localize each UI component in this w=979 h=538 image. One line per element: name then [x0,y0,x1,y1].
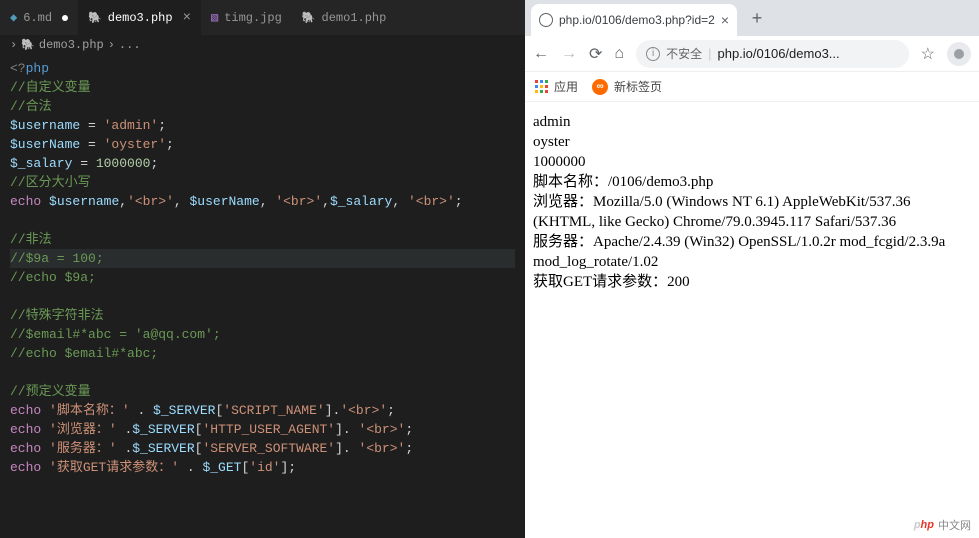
modified-dot-icon [62,15,68,21]
url-text: php.io/0106/demo3... [717,46,839,61]
breadcrumb-file: demo3.php [39,38,104,52]
close-icon[interactable]: × [721,12,729,28]
php-file-icon: 🐘 [88,11,102,25]
bookmark-label: 新标签页 [614,78,662,95]
apps-icon [535,80,548,93]
file-icon: ◆ [10,10,17,25]
tab-label: 6.md [23,11,52,25]
code-line: //合法 [10,97,515,116]
code-line [10,287,515,306]
tab-label: timg.jpg [224,11,282,25]
code-line: //$9a = 100; [10,249,515,268]
code-editor-pane: ◆ 6.md 🐘 demo3.php × ▧ timg.jpg 🐘 demo1.php › 🐘 … [0,0,525,538]
browser-pane: php.io/0106/demo3.php?id=2 × ← → ⟳ ⌂ i 不… [525,0,979,538]
browser-tab-title: php.io/0106/demo3.php?id=2 [559,13,715,27]
editor-tab-bar: ◆ 6.md 🐘 demo3.php × ▧ timg.jpg 🐘 demo1.php [0,0,525,35]
code-line: $username = 'admin'; [10,116,515,135]
output-line: 脚本名称：/0106/demo3.php [533,172,971,192]
output-line: admin [533,112,971,132]
apps-shortcut[interactable]: 应用 [535,78,578,95]
code-line: <?php [10,59,515,78]
tab-label: demo3.php [108,11,173,25]
watermark-text: 中文网 [938,517,971,533]
back-button[interactable]: ← [533,45,549,63]
php-file-icon: 🐘 [302,11,316,25]
code-line: $_salary = 1000000; [10,154,515,173]
breadcrumb-section: ... [119,38,141,52]
code-line: //自定义变量 [10,78,515,97]
chevron-right-icon: › [10,38,17,52]
code-line: //echo $email#*abc; [10,344,515,363]
output-line: 获取GET请求参数：200 [533,272,971,292]
home-button[interactable]: ⌂ [614,45,624,63]
tab-label: demo1.php [322,11,387,25]
code-line: //区分大小写 [10,173,515,192]
code-line: echo '脚本名称：' . $_SERVER['SCRIPT_NAME'].'… [10,401,515,420]
info-icon: i [646,47,660,61]
profile-avatar[interactable] [947,42,971,66]
browser-tab[interactable]: php.io/0106/demo3.php?id=2 × [531,4,737,36]
forward-button[interactable]: → [561,45,577,63]
editor-tab[interactable]: 🐘 demo1.php [292,0,397,35]
new-tab-button[interactable] [743,4,771,32]
globe-icon [539,13,553,27]
editor-tab[interactable]: 🐘 demo3.php × [78,0,201,35]
code-line: echo '服务器：' .$_SERVER['SERVER_SOFTWARE']… [10,439,515,458]
code-line: echo '获取GET请求参数：' . $_GET['id']; [10,458,515,477]
php-file-icon: 🐘 [21,38,35,52]
address-bar[interactable]: i 不安全 | php.io/0106/demo3... [636,40,909,68]
code-line: //预定义变量 [10,382,515,401]
code-line: echo $username,'<br>', $userName, '<br>'… [10,192,515,211]
output-line: 浏览器：Mozilla/5.0 (Windows NT 6.1) AppleWe… [533,192,971,232]
code-line [10,211,515,230]
code-line: //非法 [10,230,515,249]
output-line: oyster [533,132,971,152]
code-line: $userName = 'oyster'; [10,135,515,154]
bookmark-star-icon[interactable]: ☆ [921,44,935,64]
output-line: 服务器：Apache/2.4.39 (Win32) OpenSSL/1.0.2r… [533,232,971,272]
breadcrumb[interactable]: › 🐘 demo3.php › ... [0,35,525,55]
code-area[interactable]: <?php//自定义变量//合法$username = 'admin';$use… [0,55,525,481]
browser-toolbar: ← → ⟳ ⌂ i 不安全 | php.io/0106/demo3... ☆ [525,36,979,72]
code-line: //$email#*abc = 'a@qq.com'; [10,325,515,344]
insecure-label: 不安全 [666,45,702,62]
bookmarks-bar: 应用 ∞ 新标签页 [525,72,979,102]
watermark: php 中文网 [914,517,971,533]
chevron-right-icon: › [108,38,115,52]
close-icon[interactable]: × [183,10,191,26]
reload-button[interactable]: ⟳ [589,44,602,64]
code-line: echo '浏览器：' .$_SERVER['HTTP_USER_AGENT']… [10,420,515,439]
output-line: 1000000 [533,152,971,172]
code-line: //特殊字符非法 [10,306,515,325]
code-line [10,363,515,382]
browser-tab-strip: php.io/0106/demo3.php?id=2 × [525,0,979,36]
page-content: adminoyster1000000脚本名称：/0106/demo3.php浏览… [525,102,979,302]
image-file-icon: ▧ [211,10,218,25]
code-line: //echo $9a; [10,268,515,287]
newtab-icon: ∞ [592,79,608,95]
bookmark-newtab[interactable]: ∞ 新标签页 [592,78,662,95]
apps-label: 应用 [554,78,578,95]
editor-tab[interactable]: ▧ timg.jpg [201,0,292,35]
editor-tab[interactable]: ◆ 6.md [0,0,78,35]
